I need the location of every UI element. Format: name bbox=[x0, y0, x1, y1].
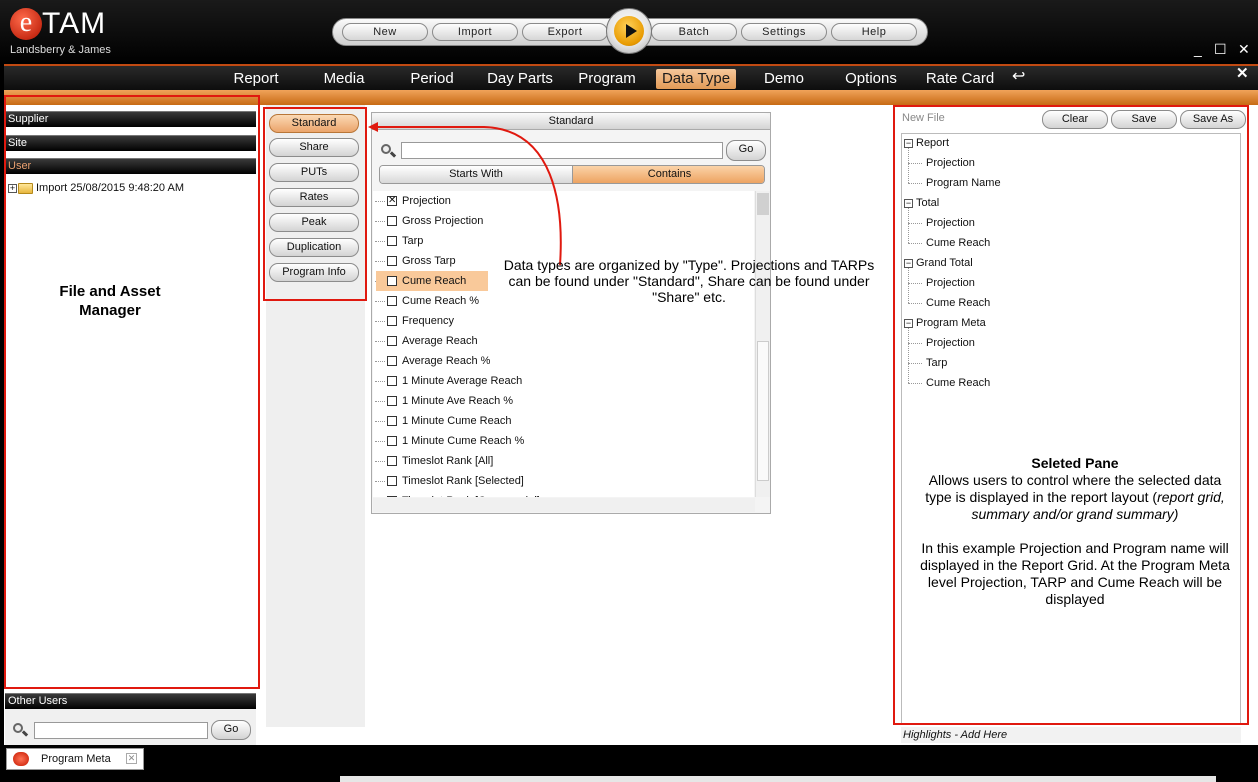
menu-day-parts[interactable]: Day Parts bbox=[480, 69, 560, 89]
vertical-scrollbar[interactable] bbox=[755, 191, 770, 497]
datatype-list-item[interactable]: 1 Minute Cume Reach % bbox=[373, 431, 754, 451]
close-window-icon[interactable]: ✕ bbox=[1238, 42, 1250, 56]
other-users-go-button[interactable]: Go bbox=[211, 720, 251, 740]
datatype-go-button[interactable]: Go bbox=[726, 140, 766, 161]
tree-connector bbox=[375, 361, 385, 362]
tree-connector bbox=[375, 461, 385, 462]
toolbar-export-button[interactable]: Export bbox=[522, 23, 608, 41]
menu-demo[interactable]: Demo bbox=[754, 69, 814, 89]
menu-data-type[interactable]: Data Type bbox=[656, 69, 736, 89]
checkbox[interactable] bbox=[387, 376, 397, 386]
datatype-list-item[interactable]: Frequency bbox=[373, 311, 754, 331]
close-tab-icon[interactable]: ✕ bbox=[126, 753, 137, 764]
datatype-label: 1 Minute Cume Reach % bbox=[402, 435, 525, 447]
checkbox[interactable] bbox=[387, 396, 397, 406]
checkbox[interactable] bbox=[387, 436, 397, 446]
checkbox[interactable] bbox=[387, 336, 397, 346]
menu-period[interactable]: Period bbox=[402, 69, 462, 89]
horizontal-scrollbar[interactable] bbox=[373, 498, 755, 512]
back-arrow-icon[interactable]: ↩ bbox=[1012, 66, 1025, 86]
other-users-header[interactable]: Other Users bbox=[5, 693, 256, 709]
menu-rate-card[interactable]: Rate Card bbox=[922, 69, 998, 89]
menu-report[interactable]: Report bbox=[226, 69, 286, 89]
checkbox[interactable] bbox=[387, 276, 397, 286]
datatype-list-item[interactable]: 1 Minute Average Reach bbox=[373, 371, 754, 391]
datatype-list-item[interactable]: 1 Minute Ave Reach % bbox=[373, 391, 754, 411]
toolbar-new-button[interactable]: New bbox=[342, 23, 428, 41]
tree-connector bbox=[375, 401, 385, 402]
main-area: Supplier Site User + Import 25/08/2015 9:… bbox=[4, 95, 1258, 745]
status-strip bbox=[340, 776, 1216, 782]
checkbox[interactable] bbox=[387, 496, 397, 497]
datatype-label: Timeslot Rank [Selected] bbox=[402, 475, 524, 487]
play-button[interactable] bbox=[606, 8, 652, 54]
toolbar-import-button[interactable]: Import bbox=[432, 23, 518, 41]
other-users-search-input[interactable] bbox=[34, 722, 208, 739]
data-types-annotation: Data types are organized by "Type". Proj… bbox=[503, 257, 875, 305]
tree-connector bbox=[375, 321, 385, 322]
toolbar-help-button[interactable]: Help bbox=[831, 23, 917, 41]
tree-connector bbox=[375, 341, 385, 342]
highlights-input[interactable]: Highlights - Add Here bbox=[901, 727, 1241, 743]
datatype-label: Cume Reach % bbox=[402, 295, 480, 307]
search-icon bbox=[12, 722, 29, 738]
menu-bar: Report Media Period Day Parts Program Da… bbox=[4, 64, 1258, 90]
maximize-icon[interactable]: ☐ bbox=[1214, 42, 1227, 56]
close-panel-icon[interactable]: ✕ bbox=[1236, 64, 1249, 82]
datatype-list-item[interactable]: Timeslot Rank [All] bbox=[373, 451, 754, 471]
annotation-box-right bbox=[893, 105, 1249, 725]
datatype-label: Timeslot Rank [All] bbox=[402, 455, 494, 467]
datatype-label: Average Reach % bbox=[402, 355, 491, 367]
app-icon bbox=[13, 752, 29, 766]
logo-tam: TAM bbox=[42, 7, 107, 40]
program-meta-tab[interactable]: Program Meta ✕ bbox=[6, 748, 144, 770]
logo-e: e bbox=[10, 8, 42, 40]
datatype-list-item[interactable]: Average Reach % bbox=[373, 351, 754, 371]
toolbar-settings-button[interactable]: Settings bbox=[741, 23, 827, 41]
checkbox[interactable] bbox=[387, 456, 397, 466]
menu-options[interactable]: Options bbox=[836, 69, 906, 89]
menu-media[interactable]: Media bbox=[314, 69, 374, 89]
checkbox[interactable] bbox=[387, 356, 397, 366]
title-bar: e TAM Landsberry & James New Import Expo… bbox=[0, 0, 1258, 64]
checkbox[interactable] bbox=[387, 316, 397, 326]
datatype-list-item[interactable]: Timeslot Rank [Commercial] bbox=[373, 491, 754, 497]
checkbox[interactable] bbox=[387, 476, 397, 486]
play-icon bbox=[614, 16, 644, 46]
tree-connector bbox=[375, 421, 385, 422]
checkbox[interactable] bbox=[387, 296, 397, 306]
toolbar-batch-button[interactable]: Batch bbox=[651, 23, 737, 41]
datatype-list-item[interactable]: Timeslot Rank [Selected] bbox=[373, 471, 754, 491]
checkbox[interactable] bbox=[387, 416, 397, 426]
tree-connector bbox=[375, 481, 385, 482]
tree-connector bbox=[375, 381, 385, 382]
annotation-box-types bbox=[263, 107, 367, 301]
datatype-label: 1 Minute Ave Reach % bbox=[402, 395, 514, 407]
minimize-icon[interactable]: _ bbox=[1194, 42, 1202, 56]
datatype-label: Average Reach bbox=[402, 335, 478, 347]
menu-program[interactable]: Program bbox=[572, 69, 642, 89]
annotation-arrow bbox=[368, 122, 562, 266]
logo-subtitle: Landsberry & James bbox=[10, 44, 111, 56]
etam-logo: e TAM Landsberry & James bbox=[8, 6, 118, 60]
annotation-box-left bbox=[4, 95, 260, 689]
tree-connector bbox=[375, 441, 385, 442]
datatype-label: 1 Minute Average Reach bbox=[402, 375, 523, 387]
datatype-list-item[interactable]: Average Reach bbox=[373, 331, 754, 351]
datatype-label: Frequency bbox=[402, 315, 454, 327]
tree-connector bbox=[375, 301, 385, 302]
datatype-list-item[interactable]: 1 Minute Cume Reach bbox=[373, 411, 754, 431]
contains-option[interactable]: Contains bbox=[573, 166, 764, 183]
datatype-label: 1 Minute Cume Reach bbox=[402, 415, 512, 427]
datatype-label: Timeslot Rank [Commercial] bbox=[402, 491, 540, 497]
program-meta-tab-label: Program Meta bbox=[41, 753, 111, 765]
